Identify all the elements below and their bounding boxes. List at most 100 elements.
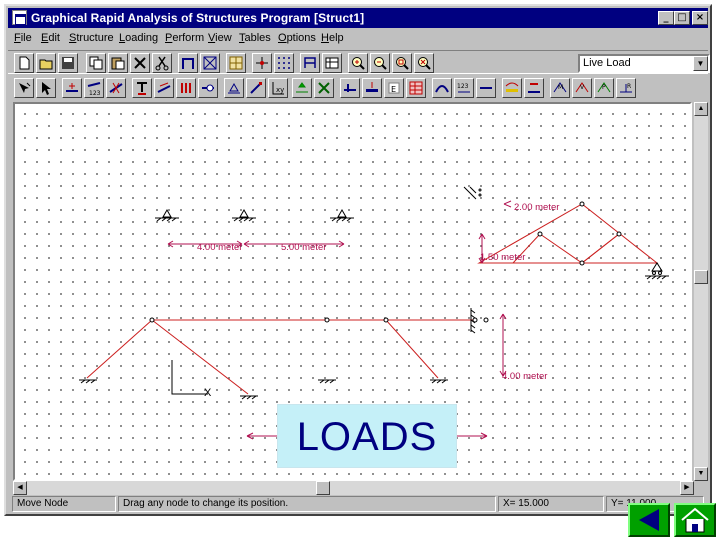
connect-button[interactable]: [198, 78, 218, 98]
menu-edit[interactable]: Edit: [41, 32, 60, 44]
menu-view[interactable]: View: [208, 32, 232, 44]
home-button[interactable]: [674, 503, 716, 537]
zoom-fit-button[interactable]: [414, 53, 434, 73]
scissors-icon: [155, 56, 169, 71]
zoom-out-button[interactable]: [370, 53, 390, 73]
node-grid-icon: [256, 57, 268, 69]
inclined-member-button[interactable]: [154, 78, 174, 98]
dimension-line-truss-top: [503, 200, 512, 208]
arch-icon: [435, 85, 449, 93]
menu-perform[interactable]: Perform: [165, 32, 204, 44]
pointer-arrow-icon: [42, 82, 51, 95]
menu-loading[interactable]: Loading: [119, 32, 158, 44]
horizontal-scrollbar[interactable]: ◀ ▶: [13, 481, 694, 495]
number-nodes-icon: 123: [87, 82, 101, 96]
select-multi-button[interactable]: [14, 78, 34, 98]
hinge-button[interactable]: [340, 78, 360, 98]
menu-file[interactable]: File: [14, 32, 32, 44]
structure-view-button[interactable]: [300, 53, 320, 73]
grid-dots-icon: [278, 57, 290, 69]
beam-load-button[interactable]: [362, 78, 382, 98]
section-table-button[interactable]: [406, 78, 426, 98]
grid-snap-icon: [229, 56, 243, 70]
distributed-load-button[interactable]: [502, 78, 522, 98]
title-bar[interactable]: Graphical Rapid Analysis of Structures P…: [8, 8, 708, 28]
moment-diagram-button[interactable]: M: [550, 78, 570, 98]
member-icon: [203, 56, 217, 70]
menu-tables[interactable]: Tables: [239, 32, 271, 44]
pin-support-button[interactable]: [224, 78, 244, 98]
scroll-down-arrow-icon[interactable]: ▼: [694, 467, 708, 481]
new-file-button[interactable]: [14, 53, 34, 73]
zoom-in-button[interactable]: [348, 53, 368, 73]
columns-button[interactable]: [176, 78, 196, 98]
menu-options[interactable]: Options: [278, 32, 316, 44]
shear-diagram-button[interactable]: V: [572, 78, 592, 98]
chevron-down-icon[interactable]: ▼: [693, 56, 708, 71]
number-nodes-button[interactable]: 123: [84, 78, 104, 98]
connect-icon: [202, 84, 214, 92]
axial-diagram-button[interactable]: P: [594, 78, 614, 98]
minimize-button[interactable]: _: [658, 11, 674, 25]
arch-button[interactable]: [432, 78, 452, 98]
grid-dots-button[interactable]: [274, 53, 294, 73]
open-file-button[interactable]: [36, 53, 56, 73]
table-view-icon: [325, 57, 339, 69]
copy-button[interactable]: [86, 53, 106, 73]
scroll-left-arrow-icon[interactable]: ◀: [13, 481, 27, 495]
close-button[interactable]: ×: [692, 11, 708, 25]
remove-support-button[interactable]: [314, 78, 334, 98]
table-view-button[interactable]: [322, 53, 342, 73]
paste-button[interactable]: [108, 53, 128, 73]
scroll-up-arrow-icon[interactable]: ▲: [694, 102, 708, 116]
select-multi-icon: [19, 82, 31, 93]
pointer-button[interactable]: [36, 78, 56, 98]
maximize-button[interactable]: □: [674, 11, 690, 25]
reactions-button[interactable]: R: [616, 78, 636, 98]
app-icon[interactable]: [12, 10, 27, 25]
delete-x-icon: [134, 57, 146, 69]
line-button[interactable]: [476, 78, 496, 98]
back-button[interactable]: [628, 503, 670, 537]
pin-support-3: [330, 208, 354, 222]
delete-button[interactable]: [130, 53, 150, 73]
save-button[interactable]: [58, 53, 78, 73]
scroll-right-arrow-icon[interactable]: ▶: [680, 481, 694, 495]
node-numbers-button[interactable]: 123: [454, 78, 474, 98]
elastic-button[interactable]: E: [384, 78, 404, 98]
svg-text:V: V: [580, 84, 585, 91]
member-load-button[interactable]: [524, 78, 544, 98]
delete-member-button[interactable]: [106, 78, 126, 98]
support-button[interactable]: [132, 78, 152, 98]
move-node-button[interactable]: [292, 78, 312, 98]
section-table-icon: [409, 81, 423, 95]
zoom-window-button[interactable]: [392, 53, 412, 73]
add-node-button[interactable]: [62, 78, 82, 98]
shear-diagram-icon: V: [575, 82, 589, 93]
load-case-select[interactable]: Live Load ▼: [578, 54, 710, 73]
vertical-scrollbar[interactable]: ▲ ▼: [694, 102, 708, 481]
menu-help[interactable]: Help: [321, 32, 344, 44]
coordinates-button[interactable]: xy: [268, 78, 288, 98]
cut-button[interactable]: [152, 53, 172, 73]
pin-support-icon: [228, 82, 240, 94]
axes-indicator: [171, 360, 208, 395]
axial-diagram-icon: P: [597, 82, 611, 93]
node-numbers-icon: 123: [457, 83, 470, 93]
dimension-span-right: 5.00 meter: [281, 242, 327, 253]
frame-tool-button[interactable]: [178, 53, 198, 73]
grid-snap-button[interactable]: [226, 53, 246, 73]
hinge-icon: [344, 84, 356, 92]
load-case-value: Live Load: [583, 57, 631, 69]
vertical-scroll-thumb[interactable]: [694, 270, 708, 284]
horizontal-scroll-thumb[interactable]: [316, 481, 330, 495]
member-tool-button[interactable]: [200, 53, 220, 73]
drawing-canvas[interactable]: 4.00 meter 5.00 meter 2.00 meter 1.50 me…: [13, 102, 692, 481]
menu-structure[interactable]: Structure: [69, 32, 114, 44]
node-tool-button[interactable]: [252, 53, 272, 73]
diagonal-button[interactable]: [246, 78, 266, 98]
paste-icon: [111, 57, 125, 70]
remove-support-icon: [318, 82, 330, 94]
dimension-line-frame-height: [499, 313, 507, 377]
loads-banner[interactable]: LOADS: [277, 404, 457, 468]
